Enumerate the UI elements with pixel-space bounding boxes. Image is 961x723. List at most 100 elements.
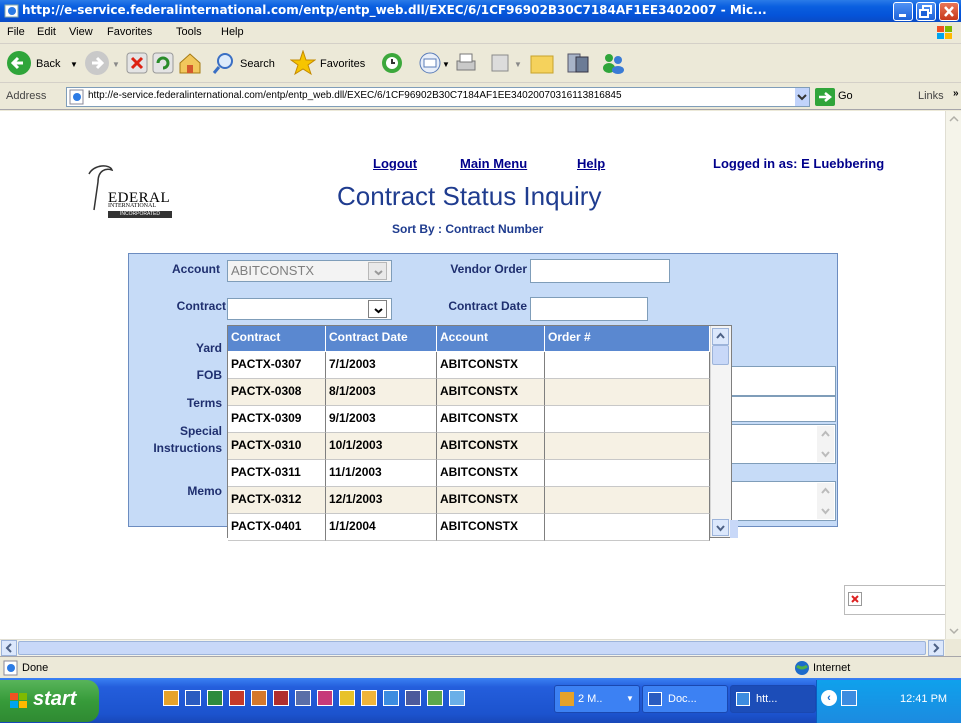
cell-contract: PACTX-0310 (228, 433, 326, 460)
account-label: Account (172, 262, 220, 276)
cell-contract-date: 1/1/2004 (326, 514, 437, 541)
menu-favorites[interactable]: Favorites (107, 26, 152, 38)
cell-account: ABITCONSTX (437, 487, 545, 514)
address-url: http://e-service.federalinternational.co… (88, 90, 622, 101)
contract-date-input[interactable] (530, 297, 648, 321)
cell-contract: PACTX-0312 (228, 487, 326, 514)
memo-scroll-edge (730, 520, 738, 538)
main-menu-link[interactable]: Main Menu (460, 156, 527, 171)
cell-contract: PACTX-0307 (228, 352, 326, 379)
vendor-order-input[interactable] (530, 259, 670, 283)
windows-flag-icon (937, 26, 952, 39)
menu-file[interactable]: File (7, 26, 25, 38)
quicklaunch-outlook-icon[interactable] (163, 690, 179, 706)
address-dropdown-icon[interactable] (795, 88, 809, 106)
cell-order (545, 352, 710, 379)
terms-label: Terms (186, 396, 222, 410)
internet-globe-icon (795, 661, 809, 675)
forward-arrow-icon[interactable] (84, 50, 110, 76)
scroll-left-icon[interactable] (1, 640, 17, 656)
folder-icon[interactable] (530, 52, 554, 74)
search-icon[interactable] (212, 51, 236, 75)
cell-order (545, 487, 710, 514)
taskbar-group-arrow-icon[interactable]: ▼ (626, 694, 634, 703)
special-instructions-scrollbar[interactable] (817, 426, 834, 462)
go-button[interactable]: Go (838, 90, 853, 102)
cell-order (545, 379, 710, 406)
quicklaunch-publisher-icon[interactable] (295, 690, 311, 706)
quicklaunch-messenger-icon[interactable] (339, 690, 355, 706)
scroll-right-icon[interactable] (928, 640, 944, 656)
back-button[interactable]: Back (36, 58, 60, 70)
favorites-star-icon[interactable] (290, 50, 316, 76)
cell-contract-date: 9/1/2003 (326, 406, 437, 433)
contract-date-label: Contract Date (448, 299, 527, 313)
cell-contract: PACTX-0308 (228, 379, 326, 406)
mail-icon[interactable] (418, 51, 442, 75)
home-icon[interactable] (178, 51, 202, 75)
cell-order (545, 460, 710, 487)
logged-in-label: Logged in as: E Luebbering (713, 156, 885, 171)
research-icon[interactable] (566, 51, 590, 75)
cell-contract: PACTX-0309 (228, 406, 326, 433)
quicklaunch-users-icon[interactable] (427, 690, 443, 706)
quicklaunch-access-icon[interactable] (273, 690, 289, 706)
quicklaunch-powerpoint-icon[interactable] (229, 690, 245, 706)
print-icon[interactable] (454, 51, 478, 75)
quicklaunch-desktop-icon[interactable] (449, 690, 465, 706)
outlook-task-icon (560, 692, 574, 706)
back-arrow-icon[interactable] (6, 50, 32, 76)
favorites-button[interactable]: Favorites (320, 58, 365, 70)
address-label: Address (6, 90, 47, 102)
links-button[interactable]: Links (918, 90, 944, 102)
menu-view[interactable]: View (69, 26, 93, 38)
tray-network-icon[interactable] (841, 690, 857, 706)
account-dropdown-icon[interactable] (368, 262, 387, 280)
status-text: Done (22, 662, 49, 674)
history-icon[interactable] (380, 51, 404, 75)
tray-expand-icon[interactable]: ‹ (821, 690, 837, 706)
edit-dropdown-icon[interactable]: ▼ (514, 60, 522, 69)
quicklaunch-media-icon[interactable] (317, 690, 333, 706)
horizontal-scroll-thumb[interactable] (18, 641, 926, 655)
forward-dropdown-icon[interactable]: ▼ (112, 60, 120, 69)
cell-contract-date: 10/1/2003 (326, 433, 437, 460)
menu-tools[interactable]: Tools (176, 26, 202, 38)
ie-task-icon (736, 692, 750, 706)
contract-dropdown-icon[interactable] (368, 300, 387, 318)
quicklaunch-app-icon[interactable] (251, 690, 267, 706)
close-button[interactable] (939, 2, 959, 21)
scroll-thumb[interactable] (712, 345, 729, 365)
quicklaunch-excel-icon[interactable] (207, 690, 223, 706)
quicklaunch-folder-icon[interactable] (361, 690, 377, 706)
menu-edit[interactable]: Edit (37, 26, 56, 38)
scroll-down-icon[interactable] (712, 519, 729, 536)
scroll-up-icon[interactable] (712, 328, 729, 345)
logout-link[interactable]: Logout (373, 156, 417, 171)
menu-help[interactable]: Help (221, 26, 244, 38)
stop-icon[interactable] (126, 52, 148, 74)
links-overflow-icon[interactable]: » (953, 88, 959, 99)
search-button[interactable]: Search (240, 58, 275, 70)
column-header-contract-date: Contract Date (326, 326, 437, 351)
refresh-icon[interactable] (152, 52, 174, 74)
memo-scrollbar[interactable] (817, 483, 834, 519)
cell-account: ABITCONSTX (437, 433, 545, 460)
quicklaunch-ie-icon[interactable] (383, 690, 399, 706)
messenger-icon[interactable] (600, 51, 626, 75)
cell-order (545, 433, 710, 460)
go-arrow-icon[interactable] (815, 88, 835, 106)
column-header-contract: Contract (228, 326, 326, 351)
vertical-scrollbar[interactable] (945, 111, 961, 639)
window-title: http://e-service.federalinternational.co… (22, 3, 767, 17)
help-link[interactable]: Help (577, 156, 605, 171)
edit-icon[interactable] (490, 53, 510, 73)
quicklaunch-tool-icon[interactable] (405, 690, 421, 706)
restore-button[interactable] (916, 2, 936, 21)
quicklaunch-word-icon[interactable] (185, 690, 201, 706)
minimize-button[interactable] (893, 2, 913, 21)
start-label: start (33, 688, 77, 710)
fob-label: FOB (196, 368, 222, 382)
mail-dropdown-icon[interactable]: ▼ (442, 60, 450, 69)
back-dropdown-icon[interactable]: ▼ (70, 60, 78, 69)
